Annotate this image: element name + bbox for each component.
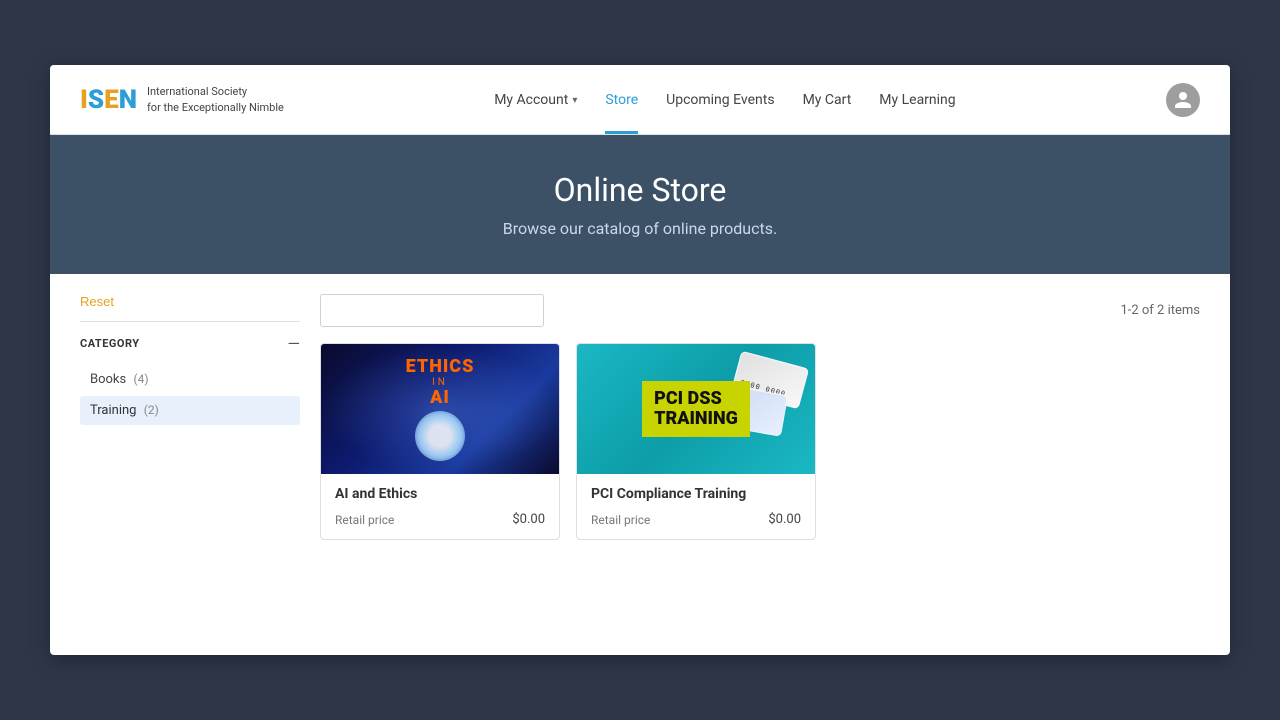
price-label-ai-ethics: Retail price <box>335 513 394 527</box>
price-pci: $0.00 <box>768 512 801 527</box>
ai-image-overlay: ETHICS IN AI <box>406 357 475 462</box>
nav-upcoming-events[interactable]: Upcoming Events <box>666 65 774 134</box>
category-section: CATEGORY — Books (4) Training (2) <box>80 321 300 425</box>
user-avatar[interactable] <box>1166 83 1200 117</box>
search-input[interactable] <box>320 294 544 327</box>
product-image-ai-ethics: ETHICS IN AI <box>321 344 559 474</box>
product-price-row-ai-ethics: Retail price $0.00 <box>335 512 545 527</box>
product-card-pci[interactable]: PCI DSS TRAINING 0000 0000 PCI Complian <box>576 343 816 540</box>
content-area: Reset CATEGORY — Books (4) Training (2) <box>50 274 1230 560</box>
logo: ISEN International Society for the Excep… <box>80 84 284 115</box>
category-books-count: (4) <box>133 372 148 386</box>
category-header: CATEGORY — <box>80 334 300 353</box>
collapse-icon[interactable]: — <box>288 334 301 353</box>
category-training[interactable]: Training (2) <box>80 396 300 425</box>
results-count: 1-2 of 2 items <box>1120 303 1200 318</box>
product-info-pci: PCI Compliance Training Retail price $0.… <box>577 474 815 539</box>
logo-letter-s: S <box>88 85 104 115</box>
product-name-ai-ethics: AI and Ethics <box>335 486 545 502</box>
chevron-down-icon: ▾ <box>572 95 577 106</box>
logo-letter-n: N <box>119 85 137 115</box>
product-price-row-pci: Retail price $0.00 <box>591 512 801 527</box>
hero-banner: Online Store Browse our catalog of onlin… <box>50 135 1230 274</box>
nav-my-account[interactable]: My Account ▾ <box>494 65 577 134</box>
category-label: CATEGORY <box>80 337 140 350</box>
category-training-count: (2) <box>144 403 159 417</box>
search-bar-container: 🔍 1-2 of 2 items <box>320 294 1200 327</box>
product-grid: ETHICS IN AI AI and Ethics Retail price … <box>320 343 1200 540</box>
user-icon <box>1173 90 1193 110</box>
price-label-pci: Retail price <box>591 513 650 527</box>
reset-button[interactable]: Reset <box>80 294 114 309</box>
logo-letter-e: E <box>104 85 119 115</box>
product-card-ai-ethics[interactable]: ETHICS IN AI AI and Ethics Retail price … <box>320 343 560 540</box>
nav-my-learning[interactable]: My Learning <box>879 65 955 134</box>
header: ISEN International Society for the Excep… <box>50 65 1230 135</box>
sidebar: Reset CATEGORY — Books (4) Training (2) <box>80 294 300 540</box>
logo-letter-i: I <box>80 85 88 115</box>
main-window: ISEN International Society for the Excep… <box>50 65 1230 655</box>
hero-subtitle: Browse our catalog of online products. <box>80 219 1200 238</box>
nav-my-cart[interactable]: My Cart <box>803 65 852 134</box>
main-nav: My Account ▾ Store Upcoming Events My Ca… <box>494 65 955 134</box>
pci-label: PCI DSS TRAINING <box>642 381 750 437</box>
nav-store[interactable]: Store <box>605 65 638 134</box>
logo-letters: ISEN <box>80 87 137 113</box>
brain-icon <box>415 411 465 461</box>
hero-title: Online Store <box>80 171 1200 209</box>
category-books[interactable]: Books (4) <box>80 365 300 394</box>
product-image-pci: PCI DSS TRAINING 0000 0000 <box>577 344 815 474</box>
product-info-ai-ethics: AI and Ethics Retail price $0.00 <box>321 474 559 539</box>
search-wrapper: 🔍 <box>320 294 1104 327</box>
logo-tagline: International Society for the Exceptiona… <box>147 84 284 115</box>
product-name-pci: PCI Compliance Training <box>591 486 801 502</box>
main-content: 🔍 1-2 of 2 items ETHICS IN AI <box>320 294 1200 540</box>
price-ai-ethics: $0.00 <box>512 512 545 527</box>
